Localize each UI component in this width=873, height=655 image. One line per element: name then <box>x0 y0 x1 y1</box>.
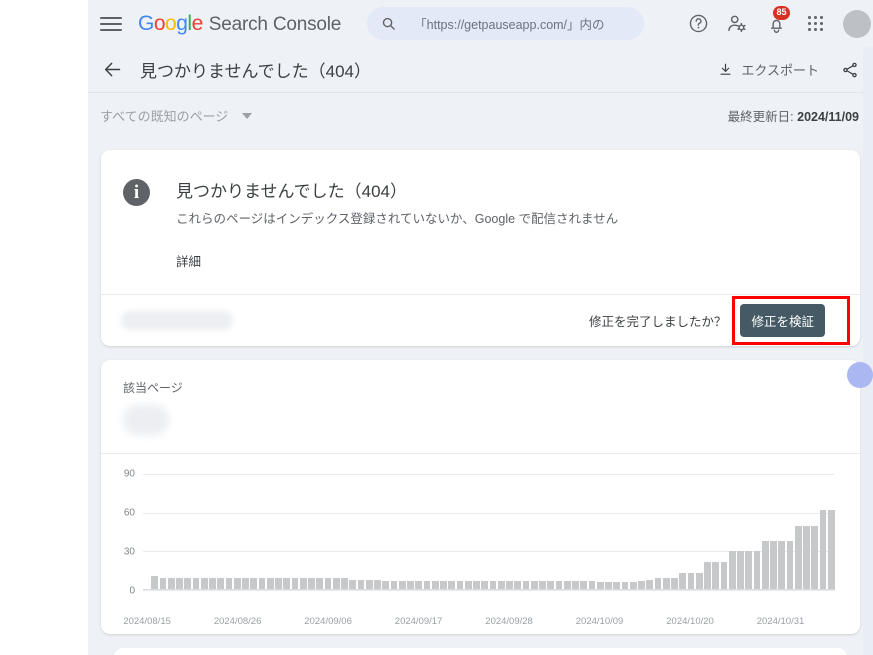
detail-link[interactable]: 詳細 <box>176 251 618 270</box>
bell-icon[interactable]: 85 <box>765 5 791 35</box>
chart-y-tick-label: 0 <box>129 585 135 597</box>
info-icon-glyph: i <box>133 181 140 203</box>
chart-bars <box>143 468 835 590</box>
chart-bar[interactable] <box>819 510 827 590</box>
page-title-bar: 見つかりませんでした（404） エクスポート <box>88 47 873 92</box>
status-text-block: 見つかりませんでした（404） これらのページはインデックス登録されていないか、… <box>176 177 618 270</box>
search-console-app: Google Search Console 「https://getpausea… <box>88 0 873 655</box>
next-card-peek <box>114 648 847 655</box>
status-subtitle: これらのページはインデックス登録されていないか、Google で配信されません <box>176 212 619 226</box>
chart-x-tick-label: 2024/08/15 <box>123 616 171 627</box>
chart-x-tick-label: 2024/08/26 <box>213 616 262 627</box>
back-arrow-icon[interactable] <box>100 58 124 82</box>
chart-axis-line <box>143 589 834 590</box>
search-input[interactable]: 「https://getpauseapp.com/」内の <box>367 7 645 40</box>
chart-bar[interactable] <box>794 525 802 590</box>
chart-bar[interactable] <box>712 561 719 590</box>
search-icon <box>382 17 395 30</box>
download-icon <box>720 63 731 75</box>
page-scope-filter-label: すべての既知のページ <box>100 109 229 124</box>
chart-x-tick-label: 2024/09/17 <box>394 616 443 627</box>
main-content: i 見つかりませんでした（404） これらのページはインデックス登録されていない… <box>88 138 873 655</box>
validate-fix-button[interactable]: 修正を検証 <box>740 304 825 337</box>
chart-bar[interactable] <box>827 510 835 590</box>
notification-badge: 85 <box>773 5 791 20</box>
top-app-bar: Google Search Console 「https://getpausea… <box>88 0 873 47</box>
chart-label: 該当ページ <box>123 381 183 395</box>
chevron-down-icon <box>242 112 253 119</box>
export-button[interactable]: エクスポート <box>718 60 819 79</box>
chart-plot: 0 30 60 90 <box>124 468 835 597</box>
avatar[interactable] <box>843 9 871 38</box>
redacted-chart-count <box>123 405 169 435</box>
share-button[interactable] <box>841 61 859 79</box>
page-actions: エクスポート <box>718 60 859 79</box>
chart-bar[interactable] <box>778 541 785 590</box>
redacted-affected-value <box>121 311 233 330</box>
info-icon: i <box>123 179 150 206</box>
chart-gridline: 0 <box>129 586 834 597</box>
last-update-prefix: 最終更新日: <box>727 110 798 124</box>
chart-bar[interactable] <box>737 551 744 590</box>
hamburger-menu-icon[interactable] <box>100 13 122 35</box>
chart-x-tick-label: 2024/10/20 <box>666 616 714 627</box>
validate-fix-highlight: 修正を検証 <box>732 296 850 345</box>
chart-x-axis-labels: 2024/08/15 2024/08/26 2024/09/06 2024/09/17… <box>123 614 834 634</box>
chart-bar[interactable] <box>695 573 703 590</box>
scroll-indicator-bubble[interactable] <box>847 362 873 388</box>
last-update-date: 2024/11/09 <box>797 110 859 124</box>
fix-question-label: 修正を完了しましたか？ <box>588 315 727 329</box>
chart-x-tick-label: 2024/09/28 <box>485 616 533 627</box>
chart-bar[interactable] <box>770 541 777 590</box>
chart-bar[interactable] <box>728 551 736 590</box>
top-bar-actions: 85 <box>687 5 873 38</box>
page-title: 見つかりませんでした（404） <box>140 62 372 81</box>
chart-x-tick-label: 2024/09/06 <box>304 616 352 627</box>
apps-grid-icon[interactable] <box>804 13 826 35</box>
last-update: 最終更新日: 2024/11/09 <box>728 106 859 125</box>
chart-bar[interactable] <box>753 551 761 590</box>
chart-bar[interactable] <box>679 573 686 590</box>
chart-bar[interactable] <box>761 541 769 590</box>
chart-bar[interactable] <box>811 525 818 590</box>
export-label: エクスポート <box>741 63 819 78</box>
chart-bar[interactable] <box>704 561 711 590</box>
filter-bar: すべての既知のページ 最終更新日: 2024/11/09 <box>88 92 873 138</box>
status-card: i 見つかりませんでした（404） これらのページはインデックス登録されていない… <box>101 150 860 346</box>
chart-y-tick-label: 30 <box>123 546 135 558</box>
person-gear-icon[interactable] <box>726 13 748 35</box>
chart-y-tick-label: 90 <box>123 468 135 480</box>
chart-bar[interactable] <box>720 561 728 590</box>
search-input-value: 「https://getpauseapp.com/」内の <box>414 18 605 32</box>
chart-bar[interactable] <box>745 551 752 590</box>
chart-header: 該当ページ <box>101 360 860 435</box>
chart-bar[interactable] <box>151 575 158 590</box>
status-card-footer: 修正を完了しましたか？ 修正を検証 <box>101 294 860 346</box>
affected-pages-chart-card: 該当ページ 0 30 60 90 2024/08/15 2024/08/26 2024/0… <box>101 360 860 634</box>
chart-bar[interactable] <box>687 573 695 590</box>
status-card-body: i 見つかりませんでした（404） これらのページはインデックス登録されていない… <box>101 150 860 294</box>
brand-logo[interactable]: Google Search Console <box>138 12 341 36</box>
vertical-scrollbar[interactable] <box>863 47 873 655</box>
screenshot-root: Google Search Console 「https://getpausea… <box>0 0 873 655</box>
chart-plot-area: 0 30 60 90 <box>101 454 860 610</box>
google-wordmark: Google <box>138 11 203 35</box>
share-icon <box>843 62 857 77</box>
page-scope-filter[interactable]: すべての既知のページ <box>100 106 253 125</box>
chart-x-tick-label: 2024/10/31 <box>756 616 805 627</box>
chart-bar[interactable] <box>786 541 794 590</box>
product-name: Search Console <box>208 13 342 35</box>
help-circle-icon[interactable] <box>687 13 709 35</box>
chart-x-tick-label: 2024/10/09 <box>575 616 624 627</box>
status-title: 見つかりませんでした（404） <box>176 182 408 201</box>
chart-bar[interactable] <box>803 525 810 590</box>
chart-y-tick-label: 60 <box>123 507 135 519</box>
